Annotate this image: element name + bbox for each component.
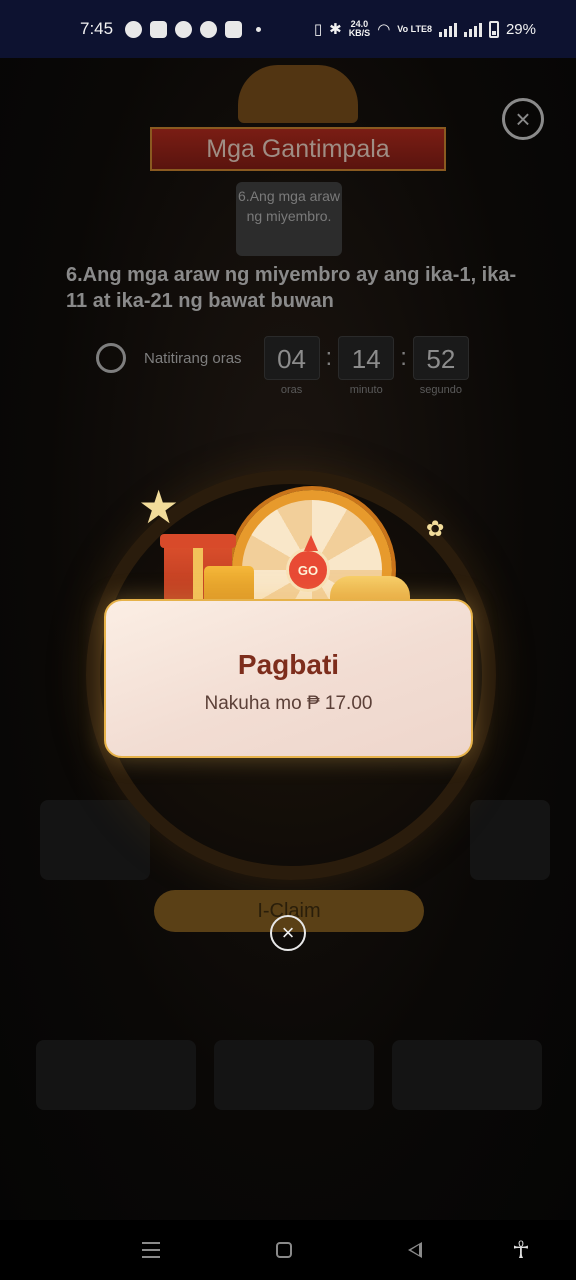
reward-modal: Pagbati Nakuha mo ₱ 17.00: [104, 599, 473, 758]
signal-icon: [438, 22, 457, 37]
minutes-label: minuto: [349, 384, 383, 396]
home-icon[interactable]: [276, 1242, 292, 1258]
net-speed: 24.0 KB/S: [349, 20, 371, 38]
timer-separator: :: [325, 344, 333, 371]
tooltip: 6.Ang mga araw ng miyembro.: [236, 182, 342, 256]
battery-percent: 29%: [505, 20, 536, 38]
hours-value: 04: [277, 344, 306, 374]
background-close-button: ×: [502, 98, 544, 140]
volte-label: Vo LTE8: [397, 23, 432, 34]
reward-illustration: ★ ✿ GO: [130, 480, 450, 650]
back-icon[interactable]: [408, 1242, 422, 1258]
timer-icon: [96, 343, 126, 373]
timer-hours: 04 oras: [263, 336, 320, 396]
rules-heading: 6.Ang mga araw ng miyembro ay ang ika-1,…: [66, 264, 517, 312]
vibrate-icon: ▯: [313, 21, 323, 38]
timer-label: Natitirang oras: [144, 349, 242, 367]
accessibility-icon[interactable]: ☥: [512, 1236, 530, 1265]
countdown-timer: Natitirang oras 04 oras : 14 minuto : 52…: [96, 336, 469, 396]
app-icon: [225, 20, 243, 38]
whatsapp-icon: [175, 20, 193, 38]
modal-message: Nakuha mo ₱ 17.00: [204, 693, 373, 714]
discord-icon: [150, 20, 168, 38]
background-tile: [470, 800, 550, 880]
status-bar: 7:45 ▯ ✱ 24.0 KB/S ◠ Vo LTE8 29%: [0, 0, 576, 58]
background-tile: [36, 1040, 196, 1110]
hours-label: oras: [280, 384, 303, 396]
signal-icon-2: [463, 22, 482, 37]
notification-icons: [125, 20, 262, 38]
timer-seconds: 52 segundo: [412, 336, 469, 396]
banner-title: Mga Gantimpala: [150, 127, 446, 171]
status-time: 7:45: [80, 19, 114, 38]
telegram-icon: [125, 20, 143, 38]
seconds-label: segundo: [419, 384, 462, 396]
dot-icon: [256, 26, 262, 32]
net-speed-unit: KB/S: [348, 28, 371, 38]
background-tile: [392, 1040, 542, 1110]
star-icon: ★: [138, 481, 180, 533]
messenger-icon: [200, 20, 218, 38]
minutes-value: 14: [351, 344, 381, 374]
wifi-icon: ◠: [377, 21, 391, 38]
navigation-bar: ☥: [0, 1220, 576, 1280]
go-icon: GO: [286, 535, 330, 592]
star-icon-small: ✿: [426, 516, 445, 541]
battery-icon: [488, 20, 499, 38]
timer-minutes: 14 minuto: [338, 336, 395, 396]
timer-separator-2: :: [400, 344, 407, 371]
close-modal-button[interactable]: ×: [270, 915, 306, 951]
modal-title: Pagbati: [237, 649, 340, 680]
crown-icon: [238, 65, 358, 123]
background-tile: [214, 1040, 374, 1110]
menu-icon[interactable]: [142, 1242, 160, 1258]
seconds-value: 52: [426, 344, 456, 374]
rewards-banner: Mga Gantimpala: [150, 65, 446, 175]
background-tile: [40, 800, 150, 880]
bluetooth-icon: ✱: [329, 21, 342, 38]
system-icons: ▯ ✱ 24.0 KB/S ◠ Vo LTE8 29%: [313, 20, 536, 39]
